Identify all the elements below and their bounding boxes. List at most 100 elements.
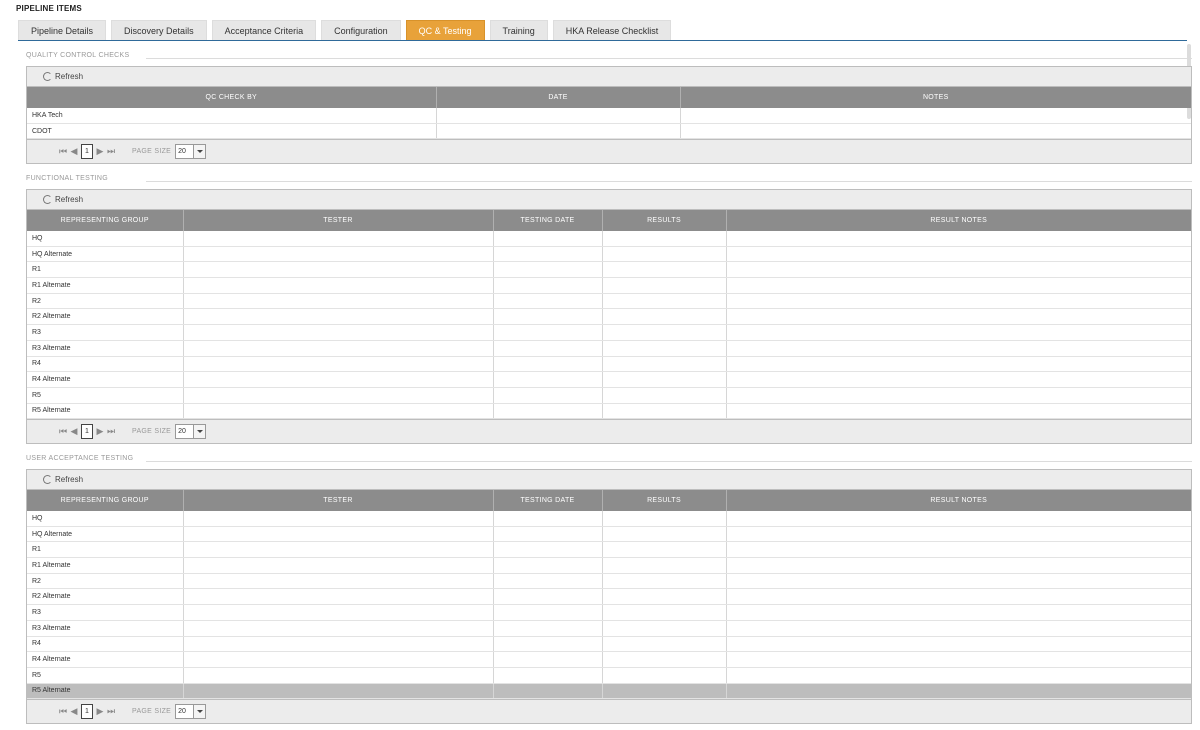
table-cell[interactable]: [183, 403, 494, 420]
page-number[interactable]: 1: [81, 144, 93, 160]
table-row[interactable]: R3: [27, 604, 1191, 621]
table-row[interactable]: R3 Alternate: [27, 340, 1191, 357]
table-cell[interactable]: [726, 261, 1191, 279]
table-cell[interactable]: [726, 371, 1191, 388]
table-row[interactable]: R1: [27, 261, 1191, 279]
table-cell[interactable]: [493, 324, 603, 341]
table-cell[interactable]: [726, 557, 1191, 574]
prev-page-icon[interactable]: ◀: [70, 426, 78, 437]
column-header[interactable]: RESULT NOTES: [726, 490, 1191, 511]
next-page-icon[interactable]: ▶: [96, 706, 104, 717]
table-cell[interactable]: [183, 293, 494, 310]
last-page-icon[interactable]: ⏭: [107, 426, 115, 437]
table-cell[interactable]: [493, 246, 603, 263]
table-cell[interactable]: [493, 557, 603, 574]
table-cell[interactable]: [183, 231, 494, 247]
table-cell[interactable]: [183, 667, 494, 684]
table-cell[interactable]: [726, 683, 1191, 700]
table-row[interactable]: HQ Alternate: [27, 246, 1191, 263]
table-cell[interactable]: [493, 277, 603, 294]
table-cell[interactable]: [726, 246, 1191, 263]
table-cell[interactable]: [602, 620, 727, 637]
table-cell[interactable]: [602, 403, 727, 420]
table-cell[interactable]: [493, 541, 603, 559]
table-cell[interactable]: [183, 541, 494, 559]
table-cell[interactable]: [726, 573, 1191, 590]
table-cell[interactable]: [493, 667, 603, 684]
table-cell[interactable]: [726, 588, 1191, 606]
table-cell[interactable]: [436, 123, 681, 140]
tab-pipeline-details[interactable]: Pipeline Details: [18, 20, 107, 41]
table-cell[interactable]: [183, 604, 494, 621]
column-header[interactable]: RESULTS: [602, 490, 727, 511]
table-row[interactable]: R4 Alternate: [27, 651, 1191, 668]
table-cell[interactable]: [183, 651, 494, 668]
chevron-down-icon[interactable]: [193, 145, 206, 159]
table-cell[interactable]: [183, 526, 494, 543]
table-cell[interactable]: HQ Alternate: [27, 526, 184, 543]
table-row[interactable]: HQ: [27, 511, 1191, 527]
table-cell[interactable]: [493, 403, 603, 420]
table-row[interactable]: R2: [27, 293, 1191, 310]
table-cell[interactable]: [436, 108, 681, 124]
table-cell[interactable]: R4 Alternate: [27, 371, 184, 388]
table-row[interactable]: R1 Alternate: [27, 557, 1191, 574]
next-page-icon[interactable]: ▶: [96, 146, 104, 157]
table-cell[interactable]: [726, 293, 1191, 310]
table-row[interactable]: R4 Alternate: [27, 371, 1191, 388]
table-cell[interactable]: [602, 511, 727, 527]
table-cell[interactable]: [183, 588, 494, 606]
table-cell[interactable]: [602, 324, 727, 341]
table-cell[interactable]: [602, 231, 727, 247]
table-cell[interactable]: [493, 588, 603, 606]
table-cell[interactable]: [183, 277, 494, 294]
table-row[interactable]: R3: [27, 324, 1191, 341]
table-cell[interactable]: [726, 651, 1191, 668]
table-cell[interactable]: R2 Alternate: [27, 308, 184, 326]
table-cell[interactable]: HQ: [27, 231, 184, 247]
table-cell[interactable]: [183, 308, 494, 326]
page-size-select[interactable]: 20: [175, 424, 207, 440]
table-cell[interactable]: [602, 683, 727, 700]
table-cell[interactable]: [726, 636, 1191, 653]
table-cell[interactable]: [726, 324, 1191, 341]
table-cell[interactable]: [493, 231, 603, 247]
table-cell[interactable]: [726, 667, 1191, 684]
table-row[interactable]: R3 Alternate: [27, 620, 1191, 637]
qc-refresh-button[interactable]: Refresh: [43, 72, 83, 81]
table-cell[interactable]: HKA Tech: [27, 108, 437, 124]
table-cell[interactable]: [726, 541, 1191, 559]
table-cell[interactable]: [602, 277, 727, 294]
table-cell[interactable]: [726, 277, 1191, 294]
table-row[interactable]: R2 Alternate: [27, 308, 1191, 326]
table-cell[interactable]: [183, 324, 494, 341]
table-cell[interactable]: [602, 356, 727, 373]
column-header[interactable]: RESULT NOTES: [726, 210, 1191, 231]
page-size-select[interactable]: 20: [175, 704, 207, 720]
table-cell[interactable]: [493, 683, 603, 700]
table-row[interactable]: R1: [27, 541, 1191, 559]
table-cell[interactable]: R2 Alternate: [27, 588, 184, 606]
table-cell[interactable]: [493, 651, 603, 668]
table-cell[interactable]: R2: [27, 293, 184, 310]
table-cell[interactable]: [183, 340, 494, 357]
table-cell[interactable]: [602, 371, 727, 388]
table-cell[interactable]: [493, 387, 603, 404]
table-cell[interactable]: [493, 573, 603, 590]
tab-discovery-details[interactable]: Discovery Details: [111, 20, 207, 41]
table-cell[interactable]: [493, 526, 603, 543]
prev-page-icon[interactable]: ◀: [70, 146, 78, 157]
table-cell[interactable]: [726, 511, 1191, 527]
table-cell[interactable]: R5: [27, 387, 184, 404]
table-cell[interactable]: R4: [27, 356, 184, 373]
table-cell[interactable]: R1: [27, 261, 184, 279]
table-row[interactable]: R4: [27, 636, 1191, 653]
table-cell[interactable]: [726, 403, 1191, 420]
first-page-icon[interactable]: ⏮: [59, 146, 67, 157]
last-page-icon[interactable]: ⏭: [107, 146, 115, 157]
column-header[interactable]: QC CHECK BY: [27, 87, 437, 108]
table-cell[interactable]: [602, 541, 727, 559]
tab-training[interactable]: Training: [489, 20, 548, 41]
tab-qc-testing[interactable]: QC & Testing: [405, 20, 485, 41]
table-row[interactable]: R4: [27, 356, 1191, 373]
